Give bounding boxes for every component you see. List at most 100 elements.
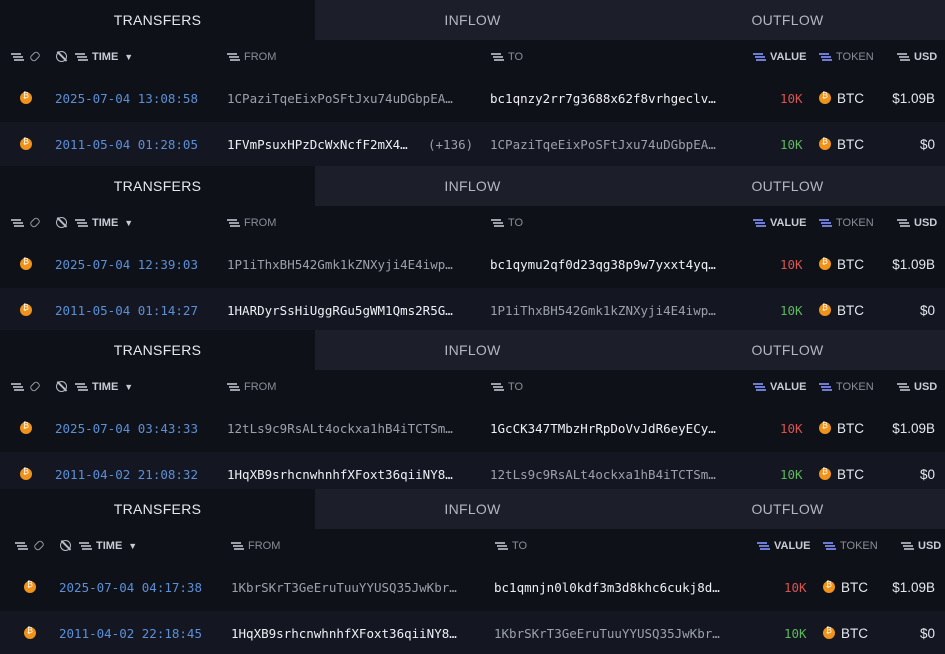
to-address[interactable]: 1GcCK347TMbzHrRpDoVvJdR6eyECy… [490,406,745,450]
time-column-header[interactable]: TIME ▼ [60,531,137,561]
time-column-header[interactable]: TIME ▼ [56,42,133,72]
usd-column-header[interactable]: USD [896,208,937,238]
from-column-header[interactable]: FROM [226,208,276,238]
tab-outflow[interactable]: OUTFLOW [630,330,945,370]
tab-inflow[interactable]: INFLOW [315,0,630,40]
caret-down-icon[interactable]: ▼ [124,52,133,62]
time-column-header[interactable]: TIME ▼ [56,208,133,238]
from-address[interactable]: 1HqXB9srhcnwhnhfXFoxt36qiiNY8… [231,611,486,654]
link-icon[interactable] [28,381,40,393]
usd-column-header[interactable]: USD [896,42,937,72]
filter-icon[interactable] [900,541,912,551]
to-column-header[interactable]: TO [490,42,523,72]
tab-transfers[interactable]: TRANSFERS [0,0,315,40]
from-column-header[interactable]: FROM [230,531,280,561]
transfer-time[interactable]: 2025-07-04 04:17:38 [59,565,202,609]
filter-icon[interactable] [490,382,502,392]
to-address[interactable]: 1KbrSKrT3GeEruTuuYYUSQ35JwKbr… [494,611,749,654]
token-cell[interactable]: BTC [819,288,864,332]
filter-icon[interactable] [226,382,238,392]
from-address[interactable]: 1FVmPsuxHPzDcWxNcfF2mX4… [227,122,427,166]
transfer-time[interactable]: 2025-07-04 03:43:33 [55,406,198,450]
from-address[interactable]: 1KbrSKrT3GeEruTuuYYUSQ35JwKbr… [231,565,486,609]
eye-slash-icon[interactable] [56,217,68,229]
filter-icon[interactable] [10,52,22,62]
filter-icon[interactable] [10,218,22,228]
from-address[interactable]: 1CPaziTqeEixPoSFtJxu74uDGbpEA… [227,76,482,120]
filter-icon[interactable] [74,218,86,228]
table-row[interactable]: 2011-05-04 01:14:27 1HARDyrSsHiUggRGu5gW… [0,288,945,332]
token-cell[interactable]: BTC [819,406,864,450]
tab-outflow[interactable]: OUTFLOW [630,0,945,40]
token-cell[interactable]: BTC [823,611,868,654]
token-column-header[interactable]: TOKEN [818,372,874,402]
transfer-time[interactable]: 2011-05-04 01:14:27 [55,288,198,332]
tab-outflow[interactable]: OUTFLOW [630,489,945,529]
from-address[interactable]: 12tLs9c9RsALt4ockxa1hB4iTCTSm… [227,406,482,450]
to-address[interactable]: 1CPaziTqeEixPoSFtJxu74uDGbpEA… [490,122,745,166]
tab-inflow[interactable]: INFLOW [315,489,630,529]
eye-slash-icon[interactable] [56,51,68,63]
table-row[interactable]: 2011-04-02 22:18:45 1HqXB9srhcnwhnhfXFox… [0,611,945,654]
to-address[interactable]: 1P1iThxBH542Gmk1kZNXyji4E4iwp… [490,288,745,332]
to-address[interactable]: bc1qymu2qf0d23qg38p9w7yxxt4yq… [490,242,745,286]
filter-icon[interactable] [78,541,90,551]
caret-down-icon[interactable]: ▼ [124,218,133,228]
filter-icon[interactable] [74,382,86,392]
value-column-header[interactable]: VALUE [752,372,806,402]
filter-icon[interactable] [896,52,908,62]
value-column-header[interactable]: VALUE [756,531,810,561]
time-column-header[interactable]: TIME ▼ [56,372,133,402]
filter-icon[interactable] [752,218,764,228]
table-row[interactable]: 2011-05-04 01:28:05 1FVmPsuxHPzDcWxNcfF2… [0,122,945,166]
token-cell[interactable]: BTC [819,122,864,166]
transfer-time[interactable]: 2025-07-04 13:08:58 [55,76,198,120]
transfer-time[interactable]: 2025-07-04 12:39:03 [55,242,198,286]
tab-inflow[interactable]: INFLOW [315,330,630,370]
filter-icon[interactable] [226,52,238,62]
tab-transfers[interactable]: TRANSFERS [0,489,315,529]
tab-outflow[interactable]: OUTFLOW [630,166,945,206]
value-column-header[interactable]: VALUE [752,42,806,72]
to-column-header[interactable]: TO [490,208,523,238]
filter-icon[interactable] [14,541,26,551]
from-address[interactable]: 1P1iThxBH542Gmk1kZNXyji4E4iwp… [227,242,482,286]
eye-slash-icon[interactable] [56,381,68,393]
transfer-time[interactable]: 2011-04-02 22:18:45 [59,611,202,654]
from-column-header[interactable]: FROM [226,42,276,72]
filter-icon[interactable] [818,218,830,228]
link-icon[interactable] [28,51,40,63]
to-column-header[interactable]: TO [494,531,527,561]
caret-down-icon[interactable]: ▼ [128,541,137,551]
from-extra-count[interactable]: (+136) [428,122,473,166]
token-cell[interactable]: BTC [819,242,864,286]
filter-icon[interactable] [896,218,908,228]
eye-slash-icon[interactable] [60,540,72,552]
table-row[interactable]: 2025-07-04 12:39:03 1P1iThxBH542Gmk1kZNX… [0,242,945,286]
to-address[interactable]: bc1qnzy2rr7g3688x62f8vrhgeclv… [490,76,745,120]
link-icon[interactable] [28,217,40,229]
to-address[interactable]: bc1qmnjn0l0kdf3m3d8khc6cukj8d… [494,565,749,609]
filter-icon[interactable] [752,382,764,392]
filter-icon[interactable] [226,218,238,228]
caret-down-icon[interactable]: ▼ [124,382,133,392]
tab-transfers[interactable]: TRANSFERS [0,166,315,206]
usd-column-header[interactable]: USD [900,531,941,561]
tab-transfers[interactable]: TRANSFERS [0,330,315,370]
filter-icon[interactable] [230,541,242,551]
usd-column-header[interactable]: USD [896,372,937,402]
tab-inflow[interactable]: INFLOW [315,166,630,206]
filter-icon[interactable] [74,52,86,62]
table-row[interactable]: 2025-07-04 04:17:38 1KbrSKrT3GeEruTuuYYU… [0,565,945,609]
table-row[interactable]: 2025-07-04 03:43:33 12tLs9c9RsALt4ockxa1… [0,406,945,450]
from-address[interactable]: 1HARDyrSsHiUggRGu5gWM1Qms2R5G… [227,288,482,332]
filter-icon[interactable] [818,382,830,392]
filter-icon[interactable] [490,52,502,62]
filter-icon[interactable] [896,382,908,392]
filter-icon[interactable] [490,218,502,228]
token-column-header[interactable]: TOKEN [822,531,878,561]
to-column-header[interactable]: TO [490,372,523,402]
transfer-time[interactable]: 2011-05-04 01:28:05 [55,122,198,166]
table-row[interactable]: 2025-07-04 13:08:58 1CPaziTqeEixPoSFtJxu… [0,76,945,120]
filter-icon[interactable] [494,541,506,551]
